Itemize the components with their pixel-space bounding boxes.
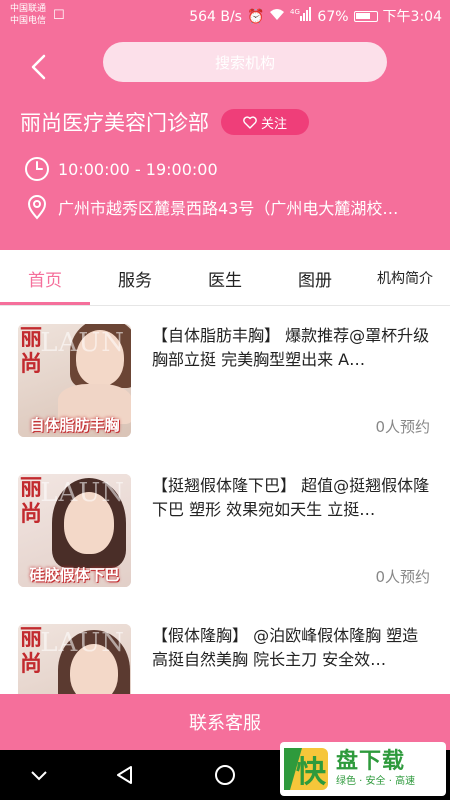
list-item[interactable]: 丽尚 LAUN 硅胶假体下巴 【挺翘假体隆下巴】 超值@挺翘假体隆下巴 塑形 效… (0, 456, 450, 606)
battery-percent: 67% (317, 8, 349, 25)
status-bar: 中国联通 中国电信 ☐ 564 B/s ⏰ 4G 67% 下午3:04 (0, 0, 450, 32)
hours-text: 10:00:00 - 19:00:00 (58, 159, 218, 179)
clock: 下午3:04 (382, 8, 442, 25)
heart-icon (243, 115, 257, 129)
item-title: 【挺翘假体隆下巴】 超值@挺翘假体隆下巴 塑形 效果宛如天生 立挺… (152, 476, 430, 519)
clinic-header: 搜索机构 丽尚医疗美容门诊部 关注 10:00:00 - 19:00:00 广州… (0, 32, 450, 250)
tab-services[interactable]: 服务 (90, 250, 180, 306)
service-list: 丽尚 LAUN 自体脂肪丰胸 【自体脂肪丰胸】 爆款推荐@罩杯升级 胸部立挺 完… (0, 306, 450, 694)
status-right: 564 B/s ⏰ 4G 67% 下午3:04 (189, 7, 442, 26)
carrier-2: 中国电信 (10, 16, 47, 26)
wifi-icon (269, 8, 285, 26)
tab-about-label: 机构简介 (377, 271, 433, 287)
signal-tag-text: 4G (290, 8, 300, 16)
booking-count: 0人预约 (375, 568, 430, 586)
network-speed: 564 B/s (189, 8, 242, 25)
watermark-logo-icon: 快 (282, 744, 332, 794)
thumb-brand-en: LAUN (40, 328, 125, 358)
page-title: 丽尚医疗美容门诊部 (20, 111, 209, 135)
tab-services-label: 服务 (118, 270, 152, 291)
tab-about[interactable]: 机构简介 (360, 250, 450, 306)
list-item[interactable]: 丽尚 LAUN 【假体隆胸】 @泊欧峰假体隆胸 塑造高挺自然美胸 院长主刀 安全… (0, 606, 450, 694)
battery-icon (353, 11, 378, 22)
item-thumbnail: 丽尚 LAUN (18, 624, 131, 694)
item-title: 【自体脂肪丰胸】 爆款推荐@罩杯升级 胸部立挺 完美胸型塑出来 A… (152, 326, 430, 369)
alarm-icon: ⏰ (246, 8, 265, 25)
watermark-slogan: 绿色 · 安全 · 高速 (336, 776, 416, 787)
tab-home[interactable]: 首页 (0, 250, 90, 306)
nav-back-button[interactable] (112, 762, 138, 788)
booking-count: 0人预约 (375, 418, 430, 436)
clock-icon (25, 157, 49, 181)
nav-hide-button[interactable] (26, 762, 52, 788)
address-row[interactable]: 广州市越秀区麓景西路43号（广州电大麓湖校… (24, 194, 428, 220)
tab-gallery-label: 图册 (298, 270, 332, 291)
item-thumbnail: 丽尚 LAUN 自体脂肪丰胸 (18, 324, 131, 437)
watermark-title: 盘下载 (336, 749, 406, 774)
chevron-left-icon (31, 54, 46, 80)
thumb-caption: 硅胶假体下巴 (29, 565, 120, 584)
tab-gallery[interactable]: 图册 (270, 250, 360, 306)
item-thumbnail: 丽尚 LAUN 硅胶假体下巴 (18, 474, 131, 587)
address-text: 广州市越秀区麓景西路43号（广州电大麓湖校… (58, 199, 399, 218)
tab-bar: 首页 服务 医生 图册 机构简介 (0, 250, 450, 306)
back-button[interactable] (22, 50, 56, 84)
active-tab-indicator (0, 302, 90, 305)
signal-icon: 4G (290, 7, 312, 26)
watermark-logo: 快 盘下载 绿色 · 安全 · 高速 (280, 742, 446, 796)
location-pin-icon (27, 195, 47, 220)
thumb-brand-en: LAUN (40, 478, 125, 508)
thumb-caption: 自体脂肪丰胸 (29, 415, 120, 434)
carrier-1: 中国联通 (10, 4, 47, 14)
carrier-labels: 中国联通 中国电信 (10, 3, 46, 27)
nav-home-button[interactable] (212, 762, 238, 788)
item-title: 【假体隆胸】 @泊欧峰假体隆胸 塑造高挺自然美胸 院长主刀 安全效… (152, 626, 419, 669)
contact-label: 联系客服 (189, 713, 261, 734)
thumb-brand-en: LAUN (40, 628, 125, 658)
tab-home-label: 首页 (28, 270, 62, 291)
list-item[interactable]: 丽尚 LAUN 自体脂肪丰胸 【自体脂肪丰胸】 爆款推荐@罩杯升级 胸部立挺 完… (0, 306, 450, 456)
search-input[interactable]: 搜索机构 (103, 42, 387, 82)
watermark-logo-char: 快 (296, 755, 327, 790)
follow-label: 关注 (260, 116, 287, 132)
tab-doctors[interactable]: 医生 (180, 250, 270, 306)
search-placeholder: 搜索机构 (214, 53, 275, 72)
tab-doctors-label: 医生 (208, 270, 242, 291)
follow-button[interactable]: 关注 (221, 109, 309, 135)
opening-hours: 10:00:00 - 19:00:00 (24, 156, 218, 182)
notification-icon: ☐ (53, 8, 65, 23)
